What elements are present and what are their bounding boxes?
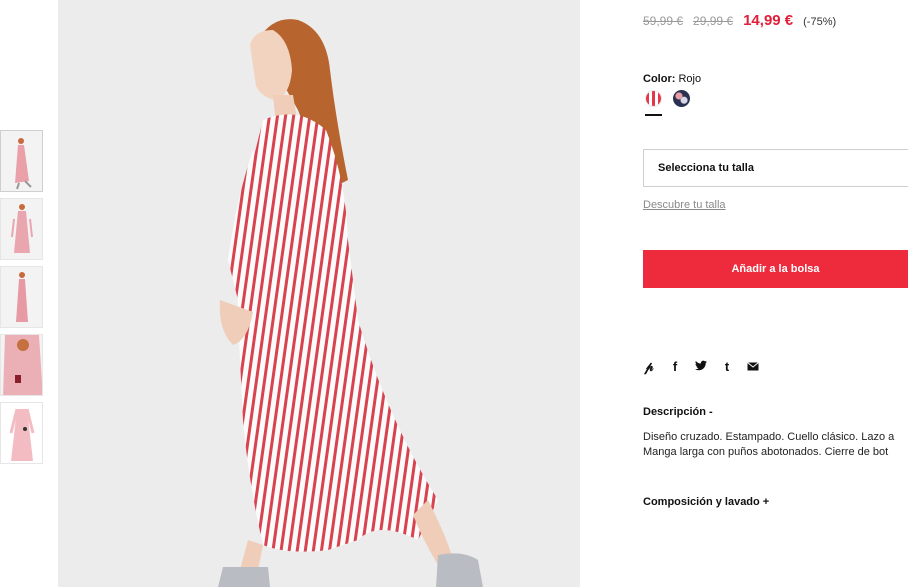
product-page: 59,99 € 29,99 € 14,99 € (-75%) Color: Ro… [0,0,908,587]
thumbnail-2[interactable] [0,198,43,260]
original-price: 59,99 € [643,14,684,28]
tumblr-icon[interactable]: t [721,359,733,375]
color-value: Rojo [678,73,702,85]
product-info-panel: 59,99 € 29,99 € 14,99 € (-75%) Color: Ro… [643,0,908,587]
twitter-icon[interactable] [695,359,707,375]
pinterest-icon[interactable]: 𝓅 [643,359,655,375]
description-line-2: Manga larga con puños abotonados. Cierre… [643,446,889,458]
current-price: 14,99 € [743,12,794,29]
thumbnail-4[interactable] [0,334,43,396]
navy-floral-swatch[interactable] [673,90,690,107]
add-to-bag-button[interactable]: Añadir a la bolsa [643,250,908,288]
selected-swatch-indicator [645,114,662,116]
price-row: 59,99 € 29,99 € 14,99 € (-75%) [643,12,836,29]
composition-toggle[interactable]: Composición y lavado + [643,496,769,508]
description-line-1: Diseño cruzado. Estampado. Cuello clásic… [643,431,895,443]
thumbnail-1[interactable] [0,130,43,192]
discount-badge: (-75%) [803,16,837,28]
color-label: Color: Rojo [643,73,701,85]
thumbnail-3[interactable] [0,266,43,328]
size-guide-link[interactable]: Descubre tu talla [643,199,726,211]
main-product-image[interactable] [58,0,580,587]
previous-price: 29,99 € [693,14,734,28]
size-select[interactable]: Selecciona tu talla [643,149,908,187]
share-icons: 𝓅 f t [643,359,759,375]
description-text: Diseño cruzado. Estampado. Cuello clásic… [643,430,908,460]
thumbnail-5[interactable] [0,402,43,464]
red-striped-swatch[interactable] [645,90,662,107]
email-icon[interactable] [747,359,759,375]
description-toggle[interactable]: Descripción - [643,406,713,418]
color-label-title: Color: [643,73,676,85]
color-swatches [645,90,690,107]
facebook-icon[interactable]: f [669,359,681,375]
thumbnail-strip [0,130,44,470]
